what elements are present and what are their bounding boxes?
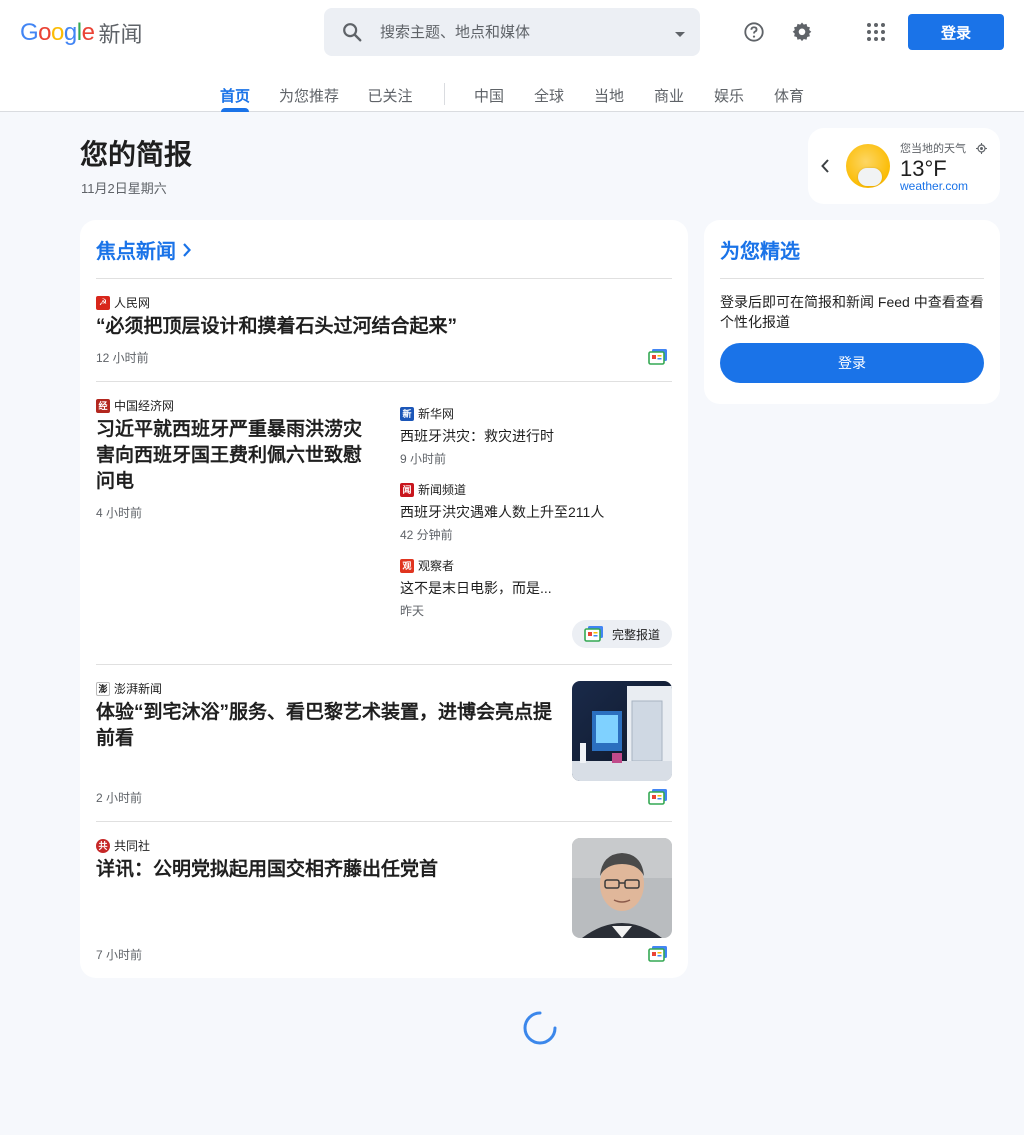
top-stories-link[interactable]: 焦点新闻: [96, 235, 194, 264]
story-source[interactable]: 共 共同社: [96, 837, 150, 854]
full-coverage-icon: [584, 626, 603, 642]
search-input[interactable]: [380, 12, 660, 52]
search-bar[interactable]: [324, 8, 700, 56]
for-you-signin-button[interactable]: 登录: [720, 343, 984, 383]
people-daily-logo-icon: ☭: [96, 295, 110, 310]
search-icon[interactable]: [324, 8, 380, 56]
full-coverage-button[interactable]: 完整报道: [572, 620, 672, 648]
source-name: 观察者: [418, 559, 455, 573]
guancha-logo-icon: 观: [400, 558, 414, 573]
source-name: 新闻频道: [418, 483, 467, 497]
source-name: 共同社: [114, 839, 151, 853]
divider: [96, 381, 672, 382]
related-source[interactable]: 新 新华网: [400, 405, 454, 422]
tab-local[interactable]: 当地: [590, 76, 628, 112]
story-headline[interactable]: 习近平就西班牙严重暴雨洪涝灾害向西班牙国王费利佩六世致慰问电: [96, 417, 380, 495]
chevron-right-icon: [183, 242, 191, 257]
divider: [96, 664, 672, 665]
loading-spinner-icon: [522, 1010, 558, 1046]
google-news-logo[interactable]: Google 新闻: [20, 18, 142, 48]
weather-widget[interactable]: 您当地的天气 13°F weather.com: [808, 128, 1000, 204]
signin-button[interactable]: 登录: [908, 14, 1004, 50]
thepaper-logo-icon: 澎: [96, 681, 110, 696]
story-thumbnail-image[interactable]: [572, 681, 672, 781]
story-source[interactable]: 澎 澎湃新闻: [96, 680, 162, 697]
related-source[interactable]: 观 观察者: [400, 557, 454, 574]
divider: [96, 278, 672, 279]
story-source[interactable]: ☭ 人民网: [96, 294, 150, 311]
google-logo-text: Google: [20, 19, 95, 46]
tab-for-you[interactable]: 为您推荐: [276, 76, 342, 112]
chevron-left-icon[interactable]: [820, 158, 830, 179]
related-time: 昨天: [400, 604, 425, 618]
location-icon[interactable]: [976, 141, 987, 159]
story-headline[interactable]: “必须把顶层设计和摸着石头过河结合起来”: [96, 314, 656, 340]
tab-china[interactable]: 中国: [470, 76, 508, 112]
full-coverage-icon[interactable]: [648, 788, 668, 806]
tab-entertainment[interactable]: 娱乐: [710, 76, 748, 112]
help-icon[interactable]: [734, 12, 774, 52]
search-dropdown-icon[interactable]: [674, 26, 686, 44]
divider: [96, 821, 672, 822]
source-name: 中国经济网: [114, 399, 175, 413]
related-time: 9 小时前: [400, 452, 447, 466]
full-coverage-icon[interactable]: [648, 945, 668, 963]
story-time: 7 小时前: [96, 948, 143, 962]
for-you-title[interactable]: 为您精选: [720, 235, 800, 264]
kyodo-logo-icon: 共: [96, 838, 110, 853]
news-channel-logo-icon: 闻: [400, 482, 414, 497]
briefing-title: 您的简报: [80, 139, 193, 170]
divider: [720, 278, 984, 279]
apps-grid-icon[interactable]: [856, 12, 896, 52]
xinhua-logo-icon: 新: [400, 406, 414, 421]
tab-following[interactable]: 已关注: [364, 76, 416, 112]
source-name: 新华网: [418, 407, 455, 421]
tab-business[interactable]: 商业: [650, 76, 688, 112]
story-headline[interactable]: 详讯：公明党拟起用国交相齐藤出任党首: [96, 857, 556, 883]
source-name: 澎湃新闻: [114, 682, 163, 696]
story-time: 2 小时前: [96, 791, 143, 805]
for-you-description: 登录后即可在简报和新闻 Feed 中查看查看个性化报道: [720, 294, 984, 330]
settings-gear-icon[interactable]: [782, 12, 822, 52]
ce-cn-logo-icon: 经: [96, 398, 110, 413]
related-headline[interactable]: 西班牙洪灾遇难人数上升至211人: [400, 502, 660, 522]
story-time: 4 小时前: [96, 506, 143, 520]
tab-home[interactable]: 首页: [214, 76, 256, 112]
story-time: 12 小时前: [96, 351, 149, 365]
tab-world[interactable]: 全球: [530, 76, 568, 112]
tabs-divider: [444, 83, 445, 105]
tab-sports[interactable]: 体育: [770, 76, 808, 112]
related-headline[interactable]: 西班牙洪灾：救灾进行时: [400, 426, 660, 446]
top-stories-title: 焦点新闻: [96, 241, 176, 263]
weather-label: 您当地的天气: [900, 143, 966, 155]
related-time: 42 分钟前: [400, 528, 453, 542]
cloud-icon: [858, 168, 882, 186]
story-thumbnail-image[interactable]: [572, 838, 672, 938]
product-name: 新闻: [98, 22, 143, 47]
related-source[interactable]: 闻 新闻频道: [400, 481, 466, 498]
briefing-date: 11月2日星期六: [81, 181, 167, 196]
top-stories-card: 焦点新闻 ☭ 人民网 “必须把顶层设计和摸着石头过河结合起来” 12 小时前 经…: [80, 220, 688, 978]
related-headline[interactable]: 这不是末日电影，而是...: [400, 578, 660, 598]
story-headline[interactable]: 体验“到宅沐浴”服务、看巴黎艺术装置，进博会亮点提前看: [96, 700, 556, 752]
full-coverage-label: 完整报道: [612, 627, 661, 642]
weather-source-link[interactable]: weather.com: [900, 179, 968, 193]
top-header: Google 新闻 登录 首页 为您推荐 已关注 中国 全球 当地 商业 娱乐: [0, 0, 1024, 112]
nav-tabs: 首页 为您推荐 已关注 中国 全球 当地 商业 娱乐 体育: [0, 76, 1024, 112]
full-coverage-icon[interactable]: [648, 348, 668, 366]
story-source[interactable]: 经 中国经济网: [96, 397, 174, 414]
source-name: 人民网: [114, 296, 151, 310]
for-you-card: 为您精选 登录后即可在简报和新闻 Feed 中查看查看个性化报道 登录: [704, 220, 1000, 404]
